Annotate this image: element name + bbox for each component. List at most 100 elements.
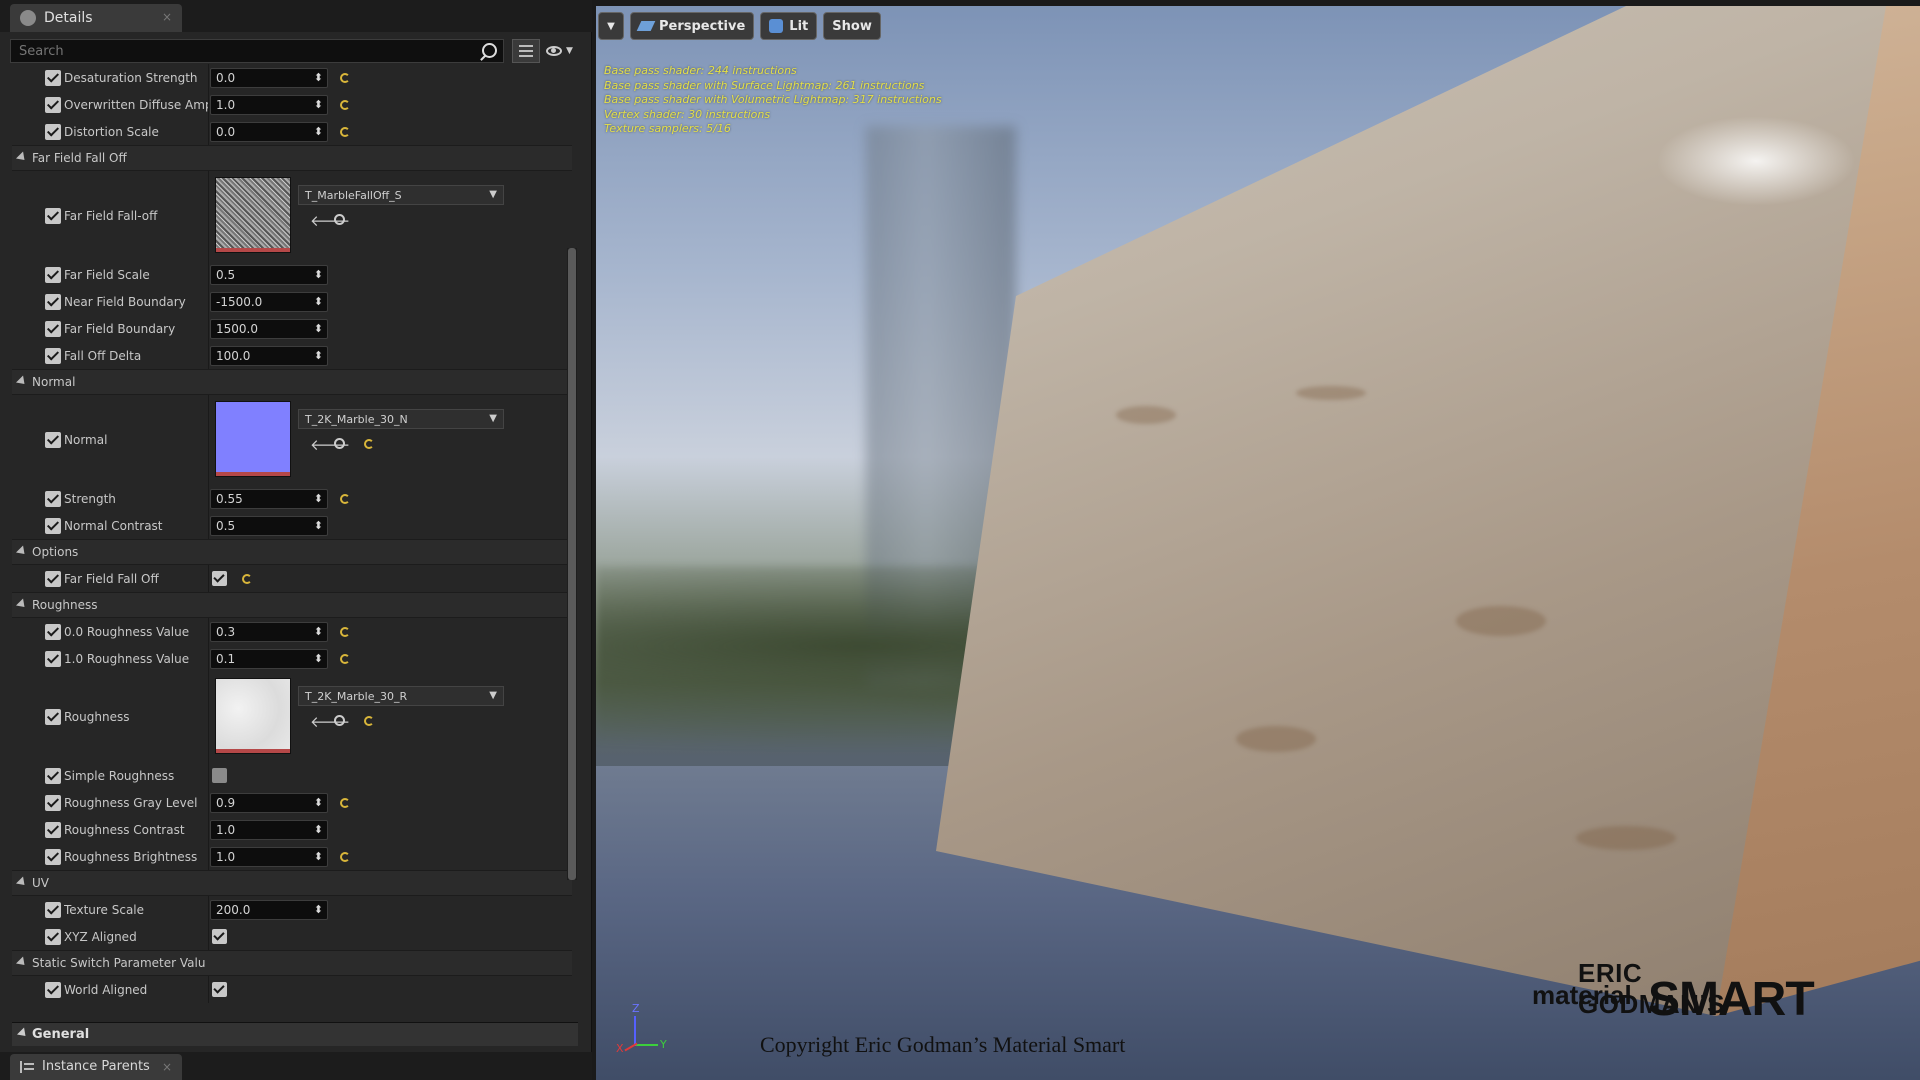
value-field[interactable]: 1500.0 ⬍ bbox=[210, 319, 328, 339]
drag-arrows-icon[interactable]: ⬍ bbox=[314, 823, 323, 836]
section-header[interactable]: Options bbox=[12, 539, 572, 565]
drag-arrows-icon[interactable]: ⬍ bbox=[314, 625, 323, 638]
texture-thumbnail[interactable] bbox=[215, 177, 291, 253]
override-checkbox[interactable] bbox=[45, 267, 61, 283]
override-checkbox[interactable] bbox=[45, 624, 61, 640]
value-field[interactable]: 100.0 ⬍ bbox=[210, 346, 328, 366]
override-checkbox[interactable] bbox=[45, 208, 61, 224]
override-checkbox[interactable] bbox=[45, 571, 61, 587]
instance-parents-tab[interactable]: Instance Parents × bbox=[10, 1054, 182, 1080]
reset-to-default-icon[interactable] bbox=[340, 100, 350, 110]
drag-arrows-icon[interactable]: ⬍ bbox=[314, 98, 323, 111]
reset-to-default-icon[interactable] bbox=[340, 852, 350, 862]
value-field[interactable]: 1.0 ⬍ bbox=[210, 847, 328, 867]
override-checkbox[interactable] bbox=[45, 902, 61, 918]
drag-arrows-icon[interactable]: ⬍ bbox=[314, 322, 323, 335]
section-header[interactable]: Far Field Fall Off bbox=[12, 145, 572, 171]
drag-arrows-icon[interactable]: ⬍ bbox=[314, 652, 323, 665]
override-checkbox[interactable] bbox=[45, 294, 61, 310]
drag-arrows-icon[interactable]: ⬍ bbox=[314, 903, 323, 916]
value-checkbox[interactable] bbox=[212, 571, 227, 586]
reset-to-default-icon[interactable] bbox=[364, 716, 374, 726]
drag-arrows-icon[interactable]: ⬍ bbox=[314, 349, 323, 362]
reset-to-default-icon[interactable] bbox=[340, 654, 350, 664]
reset-to-default-icon[interactable] bbox=[340, 127, 350, 137]
value-field[interactable]: 0.3 ⬍ bbox=[210, 622, 328, 642]
override-checkbox[interactable] bbox=[45, 518, 61, 534]
close-icon[interactable]: × bbox=[162, 1054, 172, 1080]
drag-arrows-icon[interactable]: ⬍ bbox=[314, 850, 323, 863]
value-checkbox[interactable] bbox=[212, 929, 227, 944]
value-field[interactable]: 1.0 ⬍ bbox=[210, 95, 328, 115]
value-field[interactable]: 0.9 ⬍ bbox=[210, 793, 328, 813]
value-field[interactable]: 0.0 ⬍ bbox=[210, 68, 328, 88]
value-field[interactable]: 1.0 ⬍ bbox=[210, 820, 328, 840]
drag-arrows-icon[interactable]: ⬍ bbox=[314, 71, 323, 84]
override-checkbox[interactable] bbox=[45, 929, 61, 945]
reset-to-default-icon[interactable] bbox=[340, 494, 350, 504]
section-general[interactable]: General bbox=[12, 1022, 578, 1046]
section-header[interactable]: Static Switch Parameter Valu bbox=[12, 950, 572, 976]
section-header[interactable]: Normal bbox=[12, 369, 572, 395]
section-header[interactable]: Roughness bbox=[12, 592, 572, 618]
drag-arrows-icon[interactable]: ⬍ bbox=[314, 796, 323, 809]
value-field[interactable]: 200.0 ⬍ bbox=[210, 900, 328, 920]
value-field[interactable]: 0.5 ⬍ bbox=[210, 516, 328, 536]
override-checkbox[interactable] bbox=[45, 795, 61, 811]
override-checkbox[interactable] bbox=[45, 432, 61, 448]
override-checkbox[interactable] bbox=[45, 124, 61, 140]
override-checkbox[interactable] bbox=[45, 982, 61, 998]
value-field[interactable]: -1500.0 ⬍ bbox=[210, 292, 328, 312]
scrollbar-thumb[interactable] bbox=[568, 248, 576, 880]
override-checkbox[interactable] bbox=[45, 97, 61, 113]
list-view-button[interactable] bbox=[512, 39, 540, 63]
lit-button[interactable]: Lit bbox=[760, 12, 818, 40]
search-icon[interactable] bbox=[482, 43, 497, 58]
override-checkbox[interactable] bbox=[45, 321, 61, 337]
asset-picker[interactable]: T_2K_Marble_30_N ▼ bbox=[298, 409, 504, 429]
reset-to-default-icon[interactable] bbox=[340, 798, 350, 808]
drag-arrows-icon[interactable]: ⬍ bbox=[314, 492, 323, 505]
viewport-options-button[interactable]: ▼ bbox=[598, 12, 624, 40]
show-button[interactable]: Show bbox=[823, 12, 881, 40]
value-checkbox[interactable] bbox=[212, 768, 227, 783]
value-field[interactable]: 0.5 ⬍ bbox=[210, 265, 328, 285]
override-checkbox[interactable] bbox=[45, 709, 61, 725]
value-field[interactable]: 0.1 ⬍ bbox=[210, 649, 328, 669]
override-checkbox[interactable] bbox=[45, 849, 61, 865]
perspective-icon bbox=[636, 21, 656, 31]
override-checkbox[interactable] bbox=[45, 768, 61, 784]
asset-picker[interactable]: T_MarbleFallOff_S ▼ bbox=[298, 185, 504, 205]
close-icon[interactable]: × bbox=[162, 10, 172, 24]
details-tab[interactable]: Details × bbox=[10, 4, 182, 32]
texture-thumbnail[interactable] bbox=[215, 678, 291, 754]
drag-arrows-icon[interactable]: ⬍ bbox=[314, 295, 323, 308]
drag-arrows-icon[interactable]: ⬍ bbox=[314, 268, 323, 281]
search-input[interactable] bbox=[11, 40, 503, 63]
override-checkbox[interactable] bbox=[45, 651, 61, 667]
override-checkbox[interactable] bbox=[45, 70, 61, 86]
scrollbar[interactable] bbox=[567, 248, 577, 880]
value-checkbox[interactable] bbox=[212, 982, 227, 997]
override-checkbox[interactable] bbox=[45, 348, 61, 364]
override-checkbox[interactable] bbox=[45, 491, 61, 507]
drag-arrows-icon[interactable]: ⬍ bbox=[314, 125, 323, 138]
viewport[interactable] bbox=[596, 6, 1920, 1080]
reset-to-default-icon[interactable] bbox=[340, 73, 350, 83]
list-icon bbox=[519, 45, 533, 47]
view-options-button[interactable]: ▼ bbox=[546, 39, 576, 63]
drag-arrows-icon[interactable]: ⬍ bbox=[314, 519, 323, 532]
override-checkbox[interactable] bbox=[45, 822, 61, 838]
section-header[interactable]: UV bbox=[12, 870, 572, 896]
search-box[interactable] bbox=[10, 39, 504, 63]
reset-to-default-icon[interactable] bbox=[242, 574, 252, 584]
tree-icon bbox=[20, 1061, 34, 1073]
value-field[interactable]: 0.55 ⬍ bbox=[210, 489, 328, 509]
perspective-button[interactable]: Perspective bbox=[630, 12, 755, 40]
reset-to-default-icon[interactable] bbox=[364, 439, 374, 449]
texture-thumbnail[interactable] bbox=[215, 401, 291, 477]
column-divider bbox=[208, 261, 209, 288]
asset-picker[interactable]: T_2K_Marble_30_R ▼ bbox=[298, 686, 504, 706]
value-field[interactable]: 0.0 ⬍ bbox=[210, 122, 328, 142]
reset-to-default-icon[interactable] bbox=[340, 627, 350, 637]
